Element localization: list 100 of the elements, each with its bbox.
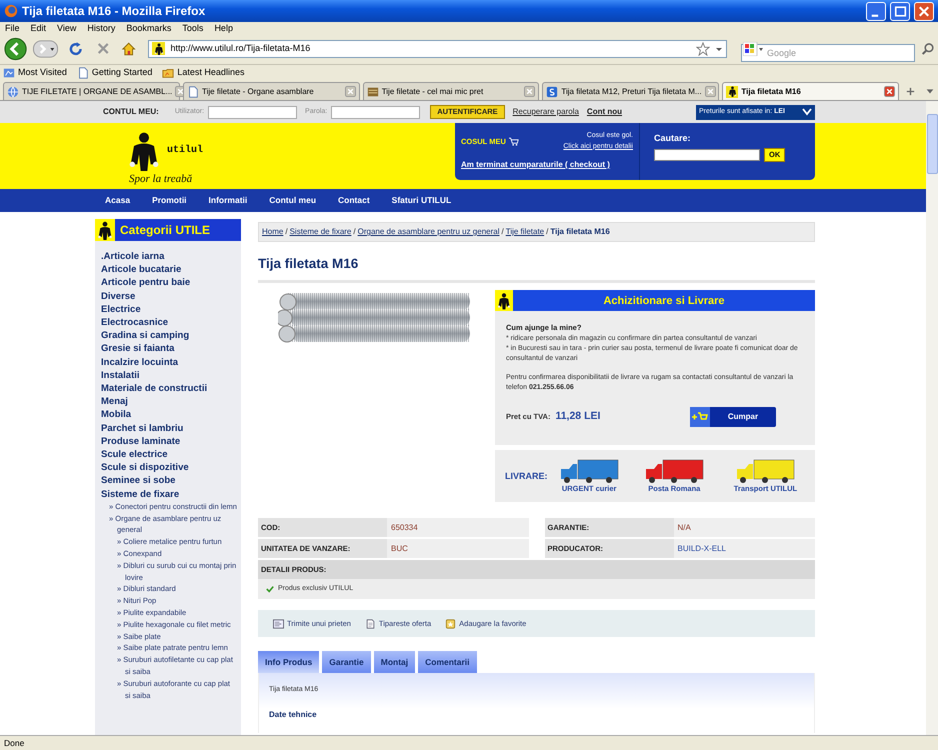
nav-link[interactable]: Acasa xyxy=(105,194,130,207)
menu-item[interactable]: Bookmarks xyxy=(126,22,172,36)
tab-label: Tija filetata M16 xyxy=(741,86,802,98)
status-text: Done xyxy=(4,736,24,750)
category-link[interactable]: Materiale de constructii xyxy=(101,382,237,396)
account-link[interactable]: Recuperare parola xyxy=(512,106,579,118)
menu-item[interactable]: File xyxy=(5,22,20,36)
category-link[interactable]: Seminee si sobe xyxy=(101,474,237,488)
category-link[interactable]: Electrice xyxy=(101,302,237,316)
username-field[interactable] xyxy=(208,106,298,118)
category-link[interactable]: Gradina si camping xyxy=(101,329,237,342)
menu-item[interactable]: Help xyxy=(214,22,233,36)
back-icon[interactable] xyxy=(4,36,28,60)
chevron-down-icon[interactable] xyxy=(802,108,812,116)
search-engine-icon[interactable] xyxy=(743,42,764,56)
breadcrumb-separator: / xyxy=(502,226,504,238)
browser-tab[interactable]: Tija filetata M16 xyxy=(722,82,900,100)
feed-folder-icon xyxy=(162,67,174,79)
nav-link[interactable]: Sfaturi UTILUL xyxy=(392,194,452,207)
category-link[interactable]: Diverse xyxy=(101,290,237,303)
site-icon xyxy=(154,42,164,54)
check-icon xyxy=(266,585,274,594)
search-input[interactable] xyxy=(654,148,760,160)
spec-value[interactable]: BUILD-X-ELL xyxy=(674,539,815,558)
search-label: Cautare: xyxy=(654,132,692,145)
close-tab-icon[interactable] xyxy=(704,86,716,97)
logo-text: utilul xyxy=(167,144,204,158)
stop-icon[interactable] xyxy=(96,41,110,56)
browser-tab[interactable]: TIJE FILETATE | ORGANE DE ASAMBL... xyxy=(3,82,180,100)
category-link[interactable]: Gresie si faianta xyxy=(101,342,237,356)
close-tab-icon[interactable] xyxy=(524,86,536,97)
browser-tab[interactable]: Tija filetata M12, Preturi Tija filetata M... xyxy=(542,82,720,100)
star-icon[interactable] xyxy=(696,42,710,56)
address-bar[interactable]: http://www.utilul.ro/Tija-filetata-M16 xyxy=(148,40,728,58)
category-link[interactable]: Menaj xyxy=(101,395,237,408)
bookmark-link[interactable]: Latest Headlines xyxy=(162,66,244,80)
scrollbar[interactable] xyxy=(926,101,938,735)
product-tab[interactable]: Montaj xyxy=(374,651,416,674)
breadcrumb-link[interactable]: Tije filetate xyxy=(506,226,544,238)
category-link[interactable]: Articole pentru baie xyxy=(101,276,237,290)
browser-tab[interactable]: Tije filetate - Organe asamblare xyxy=(183,82,360,100)
close-button[interactable] xyxy=(914,2,934,20)
slogan: Spor la treabă xyxy=(129,172,192,187)
menu-item[interactable]: History xyxy=(87,22,116,36)
category-link[interactable]: Sisteme de fixare xyxy=(101,488,237,501)
nav-link[interactable]: Contul meu xyxy=(269,194,316,207)
delivery-label: LIVRARE: xyxy=(505,470,548,482)
category-link[interactable]: Electrocasnice xyxy=(101,316,237,330)
site-icon xyxy=(728,86,737,97)
nav-link[interactable]: Informatii xyxy=(208,194,248,207)
add-to-cart-icon[interactable] xyxy=(690,406,710,426)
checkout-link[interactable]: Am terminat cumparaturile ( checkout ) xyxy=(461,159,633,171)
purchase-title: Achizitionare si Livrare xyxy=(602,294,726,308)
sidebar-title: Categorii UTILE xyxy=(120,222,210,239)
password-field[interactable] xyxy=(331,106,420,118)
breadcrumb-link[interactable]: Organe de asamblare pentru uz general xyxy=(358,226,500,238)
category-link[interactable]: Scule electrice xyxy=(101,448,237,462)
category-link[interactable]: Produse laminate xyxy=(101,434,237,448)
browser-tab[interactable]: Tije filetate - cel mai mic pret xyxy=(362,82,540,100)
category-link[interactable]: Scule si dispozitive xyxy=(101,461,237,474)
bookmark-link[interactable]: Most Visited xyxy=(3,66,67,80)
reload-icon[interactable] xyxy=(68,40,84,56)
category-link[interactable]: .Articole iarna xyxy=(101,250,237,264)
nav-link[interactable]: Promotii xyxy=(152,194,187,207)
bookmark-icon xyxy=(3,67,15,79)
buy-button[interactable]: Cumpar xyxy=(690,406,776,426)
category-link[interactable]: Parchet si lambriu xyxy=(101,422,237,435)
tab-content-heading: Date tehnice xyxy=(269,708,318,721)
star-folder-icon xyxy=(445,618,456,629)
price: 11,28 LEI xyxy=(555,408,600,424)
category-link[interactable]: Incalzire locuinta xyxy=(101,356,237,369)
home-icon[interactable] xyxy=(121,40,136,56)
nav-link[interactable]: Contact xyxy=(338,194,370,207)
category-link[interactable]: Instalatii xyxy=(101,368,237,382)
account-label: CONTUL MEU: xyxy=(103,106,159,118)
minimize-button[interactable] xyxy=(866,2,886,20)
close-tab-icon[interactable] xyxy=(344,86,356,97)
bookmark-link[interactable]: Getting Started xyxy=(76,66,152,80)
spec-value: 650334 xyxy=(387,518,528,538)
breadcrumb-link[interactable]: Sisteme de fixare xyxy=(290,226,352,238)
menu-item[interactable]: View xyxy=(57,22,76,36)
product-tab[interactable]: Garantie xyxy=(322,651,371,674)
account-link[interactable]: Cont nou xyxy=(586,106,622,118)
product-title: Tija filetata M16 xyxy=(258,255,360,273)
letter-icon xyxy=(273,618,284,629)
search-icon[interactable] xyxy=(920,42,934,56)
forward-icon[interactable] xyxy=(33,40,58,58)
menu-item[interactable]: Tools xyxy=(182,22,204,36)
menu-item[interactable]: Edit xyxy=(30,22,46,36)
category-link[interactable]: Mobila xyxy=(101,408,237,422)
category-link[interactable]: Articole bucatarie xyxy=(101,263,237,276)
close-tab-icon[interactable] xyxy=(884,86,896,97)
product-tab[interactable]: Info Produs xyxy=(258,651,320,674)
new-tab-icon[interactable] xyxy=(905,86,916,97)
breadcrumb-link[interactable]: Home xyxy=(262,226,284,238)
cart-icon[interactable] xyxy=(508,137,519,146)
search-field[interactable]: Google xyxy=(741,44,915,62)
product-tab[interactable]: Comentarii xyxy=(418,651,477,674)
maximize-button[interactable] xyxy=(890,2,910,20)
site-icon xyxy=(546,86,558,98)
